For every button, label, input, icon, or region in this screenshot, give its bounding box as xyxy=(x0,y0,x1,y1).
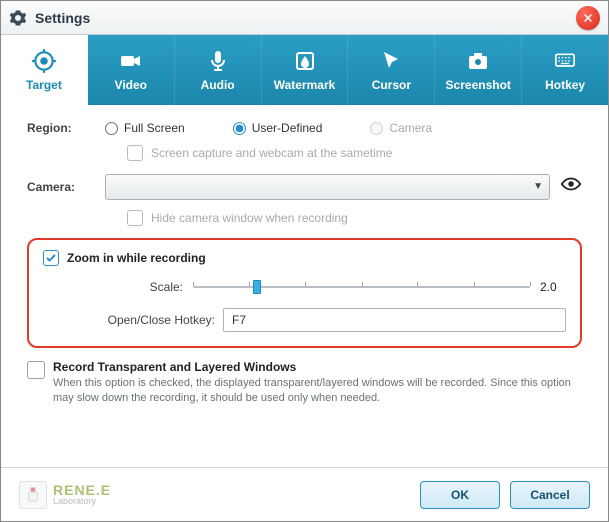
camera-icon xyxy=(465,48,491,74)
region-userdefined-radio[interactable]: User-Defined xyxy=(233,121,323,135)
scale-value: 2.0 xyxy=(540,280,566,294)
tab-target[interactable]: Target xyxy=(1,35,88,105)
gear-icon xyxy=(9,9,27,27)
tab-screenshot[interactable]: Screenshot xyxy=(435,35,522,105)
cursor-icon xyxy=(378,48,404,74)
slider-thumb[interactable] xyxy=(253,280,261,294)
scale-slider[interactable] xyxy=(193,278,530,296)
region-fullscreen-radio[interactable]: Full Screen xyxy=(105,121,185,135)
video-icon xyxy=(118,48,144,74)
eye-icon[interactable] xyxy=(560,173,582,200)
dual-capture-checkbox xyxy=(127,145,143,161)
brand-badge: RENE.E Laboratory xyxy=(19,481,111,509)
hotkey-value: F7 xyxy=(232,313,246,327)
tab-label: Target xyxy=(26,78,62,92)
brand-line1: RENE.E xyxy=(53,483,111,497)
tab-label: Screenshot xyxy=(446,78,511,92)
tab-audio[interactable]: Audio xyxy=(175,35,262,105)
zoom-label: Zoom in while recording xyxy=(67,251,206,265)
target-icon xyxy=(31,48,57,74)
layered-title: Record Transparent and Layered Windows xyxy=(53,360,582,374)
region-camera-radio: Camera xyxy=(370,121,432,135)
camera-label: Camera: xyxy=(27,180,105,194)
layered-desc: When this option is checked, the display… xyxy=(53,376,582,407)
zoom-checkbox[interactable] xyxy=(43,250,59,266)
camera-select[interactable]: ▼ xyxy=(105,174,550,200)
tab-label: Audio xyxy=(201,78,235,92)
scale-label: Scale: xyxy=(143,280,183,294)
layered-checkbox[interactable] xyxy=(27,361,45,379)
tab-label: Video xyxy=(115,78,147,92)
cancel-button[interactable]: Cancel xyxy=(510,481,590,509)
audio-icon xyxy=(205,48,231,74)
chevron-down-icon: ▼ xyxy=(533,181,543,192)
brand-icon xyxy=(19,481,47,509)
brand-line2: Laboratory xyxy=(53,497,111,506)
radio-label: User-Defined xyxy=(252,121,323,135)
zoom-group: Zoom in while recording Scale: 2.0 xyxy=(27,238,582,348)
tab-label: Cursor xyxy=(372,78,411,92)
radio-label: Full Screen xyxy=(124,121,185,135)
ok-button[interactable]: OK xyxy=(420,481,500,509)
tab-label: Hotkey xyxy=(545,78,585,92)
tab-hotkey[interactable]: Hotkey xyxy=(522,35,608,105)
close-button[interactable] xyxy=(576,6,600,30)
hide-camera-checkbox xyxy=(127,210,143,226)
region-label: Region: xyxy=(27,121,105,135)
keyboard-icon xyxy=(552,48,578,74)
tab-label: Watermark xyxy=(274,78,336,92)
hotkey-input[interactable]: F7 xyxy=(223,308,566,332)
dual-capture-label: Screen capture and webcam at the sametim… xyxy=(151,146,392,160)
radio-label: Camera xyxy=(389,121,432,135)
hotkey-label: Open/Close Hotkey: xyxy=(85,313,215,327)
window-title: Settings xyxy=(35,10,90,26)
watermark-icon xyxy=(292,48,318,74)
hide-camera-label: Hide camera window when recording xyxy=(151,211,348,225)
tab-cursor[interactable]: Cursor xyxy=(348,35,435,105)
tab-watermark[interactable]: Watermark xyxy=(262,35,349,105)
tab-video[interactable]: Video xyxy=(88,35,175,105)
